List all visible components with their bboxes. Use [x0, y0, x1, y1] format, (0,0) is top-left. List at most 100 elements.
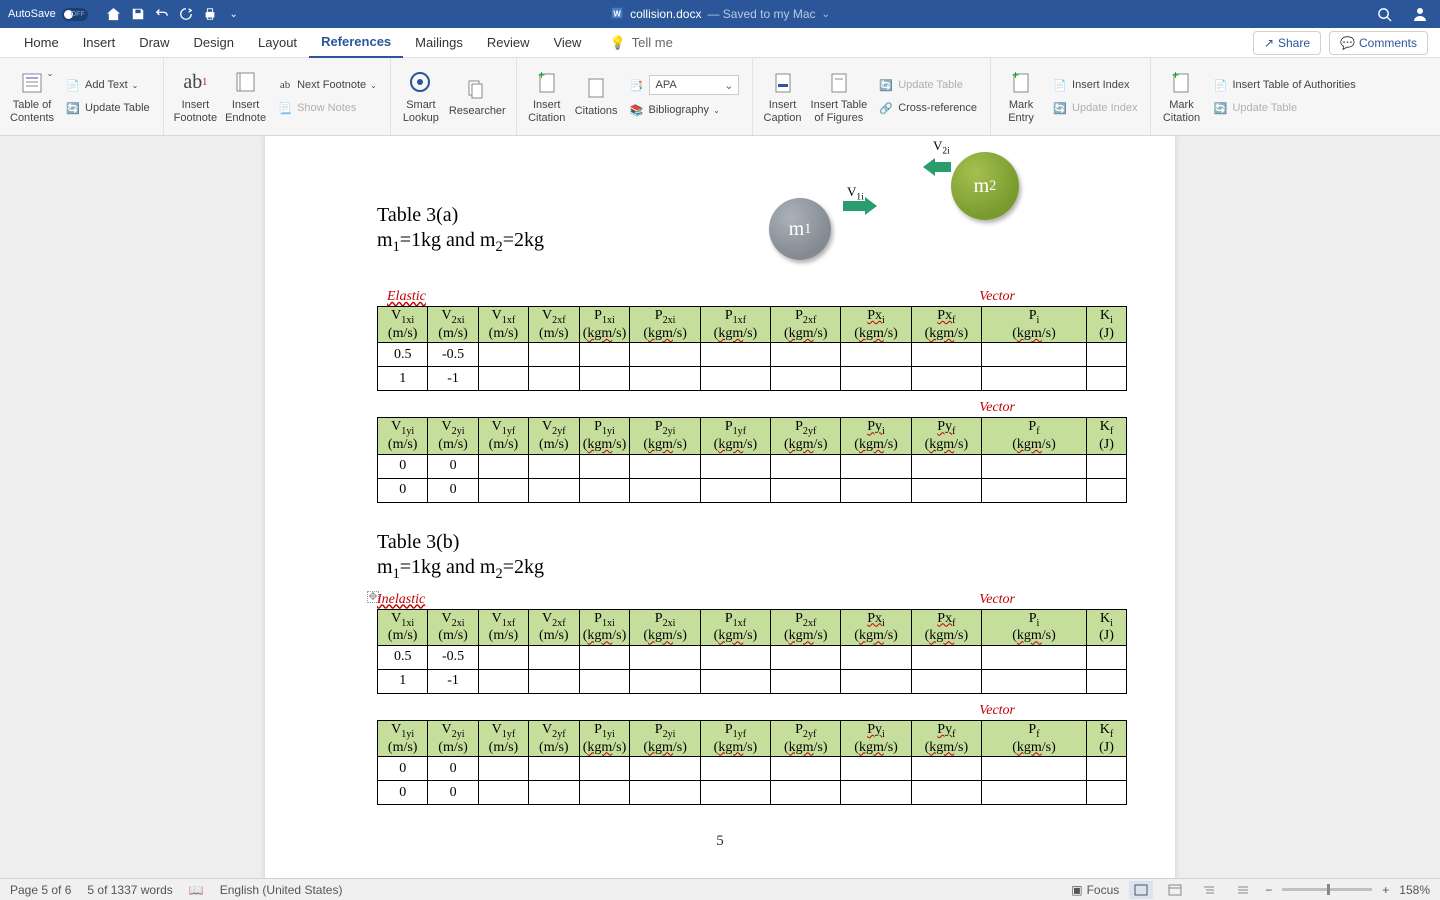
endnote-icon	[232, 69, 260, 97]
mark-entry-button[interactable]: + Mark Entry	[1001, 69, 1041, 124]
tab-draw[interactable]: Draw	[127, 28, 181, 58]
smart-lookup-button[interactable]: Smart Lookup	[401, 69, 441, 124]
insert-caption-button[interactable]: Insert Caption	[763, 69, 803, 124]
qat-more-icon[interactable]: ⌄	[226, 6, 242, 22]
table-3b-y: V1yi(m/s)V2yi(m/s)V1yf(m/s)V2yf(m/s)P1yi…	[377, 720, 1127, 805]
toc-icon	[18, 69, 46, 97]
bibliography-icon: 📚	[629, 102, 645, 118]
citation-icon: +	[533, 69, 561, 97]
zoom-level[interactable]: 158%	[1399, 883, 1430, 897]
tab-mailings[interactable]: Mailings	[403, 28, 475, 58]
print-icon[interactable]	[202, 6, 218, 22]
mark-entry-icon: +	[1007, 69, 1035, 97]
toa-icon: 📄	[1212, 77, 1228, 93]
bibliography-button[interactable]: 📚Bibliography ⌄	[626, 100, 742, 120]
mark-citation-button[interactable]: + Mark Citation	[1161, 69, 1201, 124]
comment-icon: 💬	[1340, 36, 1355, 50]
account-icon[interactable]	[1412, 6, 1428, 22]
undo-icon[interactable]	[154, 6, 170, 22]
ribbon-group-index: + Mark Entry 📄Insert Index 🔄Update Index	[991, 58, 1151, 135]
table-3a-x: V1xi(m/s)V2xi(m/s)V1xf(m/s)V2xf(m/s)P1xi…	[377, 306, 1127, 391]
update-icon: 🔄	[878, 77, 894, 93]
table-3b-title: Table 3(b)	[377, 531, 1063, 554]
ribbon: Table of Contents ⌄ 📄Add Text ⌄ 🔄Update …	[0, 58, 1440, 136]
share-label: Share	[1278, 36, 1310, 50]
document-area[interactable]: V2i m2 V1i m1 Table 3(a) m1=1kg and m2=2…	[0, 136, 1440, 878]
autosave-toggle[interactable]: OFF	[62, 8, 88, 21]
outline-view[interactable]	[1197, 881, 1221, 899]
comments-button[interactable]: 💬 Comments	[1329, 31, 1428, 55]
arrow-right-icon	[843, 201, 867, 211]
insert-index-button[interactable]: 📄Insert Index	[1049, 75, 1140, 95]
citations-icon	[582, 75, 610, 103]
collision-diagram: V2i m2 V1i m1	[765, 136, 1035, 266]
tab-home[interactable]: Home	[12, 28, 71, 58]
vector-label-3: Vector	[979, 592, 1015, 608]
insert-toa-button[interactable]: 📄Insert Table of Authorities	[1209, 75, 1358, 95]
add-text-button[interactable]: 📄Add Text ⌄	[62, 75, 153, 95]
spellcheck-icon[interactable]: 📖	[189, 883, 204, 897]
tab-insert[interactable]: Insert	[71, 28, 128, 58]
home-icon[interactable]	[106, 6, 122, 22]
insert-index-icon: 📄	[1052, 77, 1068, 93]
tab-design[interactable]: Design	[182, 28, 246, 58]
insert-citation-button[interactable]: + Insert Citation	[527, 69, 567, 124]
elastic-label: Elastic	[387, 289, 426, 305]
redo-icon[interactable]	[178, 6, 194, 22]
language-indicator[interactable]: English (United States)	[220, 883, 343, 897]
show-notes-button[interactable]: 📃Show Notes	[274, 98, 380, 118]
insert-footnote-button[interactable]: ab1 Insert Footnote	[174, 69, 217, 124]
insert-tof-button[interactable]: Insert Table of Figures	[811, 69, 868, 124]
next-footnote-button[interactable]: abNext Footnote ⌄	[274, 75, 380, 95]
zoom-in-button[interactable]: +	[1382, 883, 1389, 897]
svg-text:W: W	[613, 9, 621, 18]
search-icon[interactable]	[1376, 6, 1392, 22]
tab-view[interactable]: View	[541, 28, 593, 58]
table-3b-x: V1xi(m/s)V2xi(m/s)V1xf(m/s)V2xf(m/s)P1xi…	[377, 609, 1127, 694]
cross-reference-button[interactable]: 🔗Cross-reference	[875, 98, 980, 118]
researcher-button[interactable]: Researcher	[449, 75, 506, 118]
toc-button[interactable]: Table of Contents ⌄	[10, 69, 54, 124]
autosave-label: AutoSave	[8, 8, 56, 20]
vector-label-2: Vector	[979, 400, 1015, 416]
svg-text:+: +	[1012, 71, 1019, 82]
update-table-captions-button[interactable]: 🔄Update Table	[875, 75, 980, 95]
table-3a-y: V1yi(m/s)V2yi(m/s)V1yf(m/s)V2yf(m/s)P1yi…	[377, 417, 1127, 502]
zoom-slider[interactable]	[1282, 888, 1372, 891]
tab-layout[interactable]: Layout	[246, 28, 309, 58]
word-count[interactable]: 5 of 1337 words	[87, 883, 172, 897]
citations-button[interactable]: Citations	[575, 75, 618, 118]
document-title[interactable]: collision.docx	[630, 7, 701, 21]
inelastic-label: Inelastic	[377, 592, 425, 608]
word-doc-icon: W	[610, 6, 624, 23]
share-button[interactable]: ↗ Share	[1253, 31, 1321, 55]
saved-location[interactable]: — Saved to my Mac	[707, 7, 815, 21]
web-layout-view[interactable]	[1163, 881, 1187, 899]
insert-endnote-button[interactable]: Insert Endnote	[225, 69, 266, 124]
style-dropdown[interactable]: APA	[649, 75, 739, 95]
svg-text:+: +	[1172, 71, 1179, 82]
tell-me[interactable]: 💡 Tell me	[597, 28, 684, 58]
update-toa-button[interactable]: 🔄Update Table	[1209, 98, 1358, 118]
print-layout-view[interactable]	[1129, 881, 1153, 899]
draft-view[interactable]	[1231, 881, 1255, 899]
page-indicator[interactable]: Page 5 of 6	[10, 883, 71, 897]
update-table-button[interactable]: 🔄Update Table	[62, 98, 153, 118]
page[interactable]: V2i m2 V1i m1 Table 3(a) m1=1kg and m2=2…	[265, 136, 1175, 878]
save-icon[interactable]	[130, 6, 146, 22]
ribbon-group-research: Smart Lookup Researcher	[391, 58, 517, 135]
title-dropdown-icon[interactable]: ⌄	[822, 9, 830, 20]
citation-style-select[interactable]: 📑APA	[626, 73, 742, 97]
tab-references[interactable]: References	[309, 28, 403, 58]
update-index-button[interactable]: 🔄Update Index	[1049, 98, 1140, 118]
tab-review[interactable]: Review	[475, 28, 542, 58]
masses-line-3b: m1=1kg and m2=2kg	[377, 556, 1063, 583]
arrow-left-icon	[933, 162, 951, 172]
zoom-out-button[interactable]: −	[1265, 883, 1272, 897]
tell-me-label: Tell me	[632, 35, 673, 50]
focus-mode-button[interactable]: ▣Focus	[1071, 883, 1119, 897]
ribbon-group-toc: Table of Contents ⌄ 📄Add Text ⌄ 🔄Update …	[0, 58, 164, 135]
status-right: ▣Focus − + 158%	[1071, 881, 1430, 899]
ribbon-group-authorities: + Mark Citation 📄Insert Table of Authori…	[1151, 58, 1368, 135]
ribbon-group-citations: + Insert Citation Citations 📑APA 📚Biblio…	[517, 58, 753, 135]
